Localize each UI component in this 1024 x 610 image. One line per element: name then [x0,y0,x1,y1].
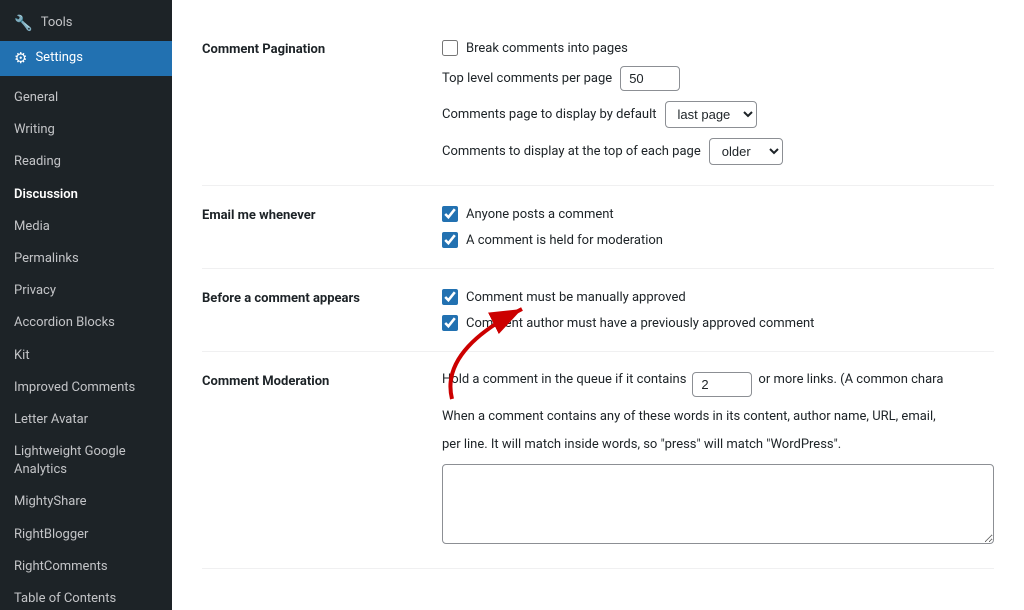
manually-approved-group: Comment must be manually approved [442,289,994,305]
sidebar-item-label-rightcomments: RightComments [14,558,108,576]
break-comments-group: Break comments into pages [442,40,994,56]
held-moderation-checkbox[interactable] [442,232,458,248]
sidebar-item-label-reading: Reading [14,153,61,171]
sidebar-item-label-table-of-contents: Table of Contents [14,590,116,608]
sidebar-item-label-accordion-blocks: Accordion Blocks [14,314,115,332]
sidebar-item-label-permalinks: Permalinks [14,250,79,268]
sidebar-menu-items: General Writing Reading Discussion Media Perm… [0,82,172,610]
section-label-before-comment: Before a comment appears [202,289,412,331]
moderation-textarea[interactable] [442,464,994,544]
section-label-email-whenever: Email me whenever [202,206,412,248]
sidebar-item-accordion-blocks[interactable]: Accordion Blocks [0,307,172,339]
sidebar-item-permalinks[interactable]: Permalinks [0,243,172,275]
sidebar-item-label-media: Media [14,218,50,236]
sidebar-item-label-general: General [14,89,58,107]
sidebar-item-label-privacy: Privacy [14,282,56,300]
sidebar-item-media[interactable]: Media [0,211,172,243]
sidebar-item-improved-comments[interactable]: Improved Comments [0,372,172,404]
main-content: Comment Pagination Break comments into p… [172,0,1024,610]
previously-approved-checkbox[interactable] [442,315,458,331]
email-whenever-fields: Anyone posts a comment A comment is held… [442,206,994,248]
hold-queue-group: Hold a comment in the queue if it contai… [442,372,994,397]
sidebar-item-privacy[interactable]: Privacy [0,275,172,307]
top-level-label: Top level comments per page [442,71,612,86]
sidebar-item-label-kit: Kit [14,347,30,365]
sidebar-item-label-letter-avatar: Letter Avatar [14,411,88,429]
sidebar-item-writing[interactable]: Writing [0,114,172,146]
section-label-comment-pagination: Comment Pagination [202,40,412,165]
sidebar-item-rightblogger[interactable]: RightBlogger [0,519,172,551]
top-display-select[interactable]: older newer [709,138,783,165]
comment-moderation-section: Comment Moderation Hold a comment in the… [202,352,994,569]
sidebar-item-label-lightweight-google-analytics: Lightweight Google Analytics [14,443,160,479]
sidebar-item-label-discussion: Discussion [14,186,78,204]
sidebar-item-kit[interactable]: Kit [0,340,172,372]
sidebar-item-label-improved-comments: Improved Comments [14,379,135,397]
hold-queue-label-after: or more links. (A common chara [758,372,943,387]
top-display-label: Comments to display at the top of each p… [442,144,701,159]
comment-moderation-fields: Hold a comment in the queue if it contai… [442,372,994,548]
hold-queue-links-input[interactable] [692,372,752,397]
sidebar-item-tools[interactable]: 🔧 Tools [0,6,172,41]
sidebar-item-lightweight-google-analytics[interactable]: Lightweight Google Analytics [0,436,172,486]
sidebar-item-letter-avatar[interactable]: Letter Avatar [0,404,172,436]
moderation-desc-text2: per line. It will match inside words, so… [442,435,994,455]
sidebar-item-label: Tools [41,14,73,32]
sidebar-item-label-writing: Writing [14,121,55,139]
page-display-select[interactable]: first page last page [665,101,757,128]
sidebar-item-general[interactable]: General [0,82,172,114]
sidebar-item-table-of-contents[interactable]: Table of Contents [0,583,172,610]
anyone-posts-group: Anyone posts a comment [442,206,994,222]
top-level-comments-group: Top level comments per page [442,66,994,91]
sidebar-item-label-rightblogger: RightBlogger [14,526,88,544]
before-comment-fields: Comment must be manually approved Commen… [442,289,994,331]
manually-approved-checkbox[interactable] [442,289,458,305]
previously-approved-label: Comment author must have a previously ap… [466,316,814,331]
settings-icon: ⚙ [14,48,27,69]
sidebar-item-settings[interactable]: ⚙ Settings [0,41,172,76]
settings-content: Comment Pagination Break comments into p… [172,0,1024,589]
sidebar-item-label-mightyshare: MightyShare [14,493,87,511]
moderation-desc-text1: When a comment contains any of these wor… [442,407,994,427]
previously-approved-group: Comment author must have a previously ap… [442,315,994,331]
comments-page-display-group: Comments page to display by default firs… [442,101,994,128]
sidebar-item-discussion[interactable]: Discussion [0,179,172,211]
hold-queue-label-before: Hold a comment in the queue if it contai… [442,372,686,387]
tools-icon: 🔧 [14,13,33,34]
break-comments-checkbox[interactable] [442,40,458,56]
sidebar: 🔧 Tools ⚙ Settings General Writing Reading… [0,0,172,610]
sidebar-item-label: Settings [35,49,82,67]
top-level-comments-input[interactable] [620,66,680,91]
comment-pagination-section: Comment Pagination Break comments into p… [202,20,994,186]
anyone-posts-checkbox[interactable] [442,206,458,222]
page-display-label: Comments page to display by default [442,107,657,122]
sidebar-item-rightcomments[interactable]: RightComments [0,551,172,583]
held-moderation-label: A comment is held for moderation [466,233,663,248]
sidebar-item-reading[interactable]: Reading [0,146,172,178]
section-label-comment-moderation: Comment Moderation [202,372,412,548]
break-comments-label: Break comments into pages [466,41,628,56]
sidebar-top-section: 🔧 Tools ⚙ Settings [0,0,172,82]
sidebar-item-mightyshare[interactable]: MightyShare [0,486,172,518]
comment-pagination-fields: Break comments into pages Top level comm… [442,40,994,165]
email-whenever-section: Email me whenever Anyone posts a comment… [202,186,994,269]
before-comment-section: Before a comment appears Comment must be… [202,269,994,352]
anyone-posts-label: Anyone posts a comment [466,207,614,222]
comments-top-display-group: Comments to display at the top of each p… [442,138,994,165]
held-moderation-group: A comment is held for moderation [442,232,994,248]
manually-approved-label: Comment must be manually approved [466,290,686,305]
